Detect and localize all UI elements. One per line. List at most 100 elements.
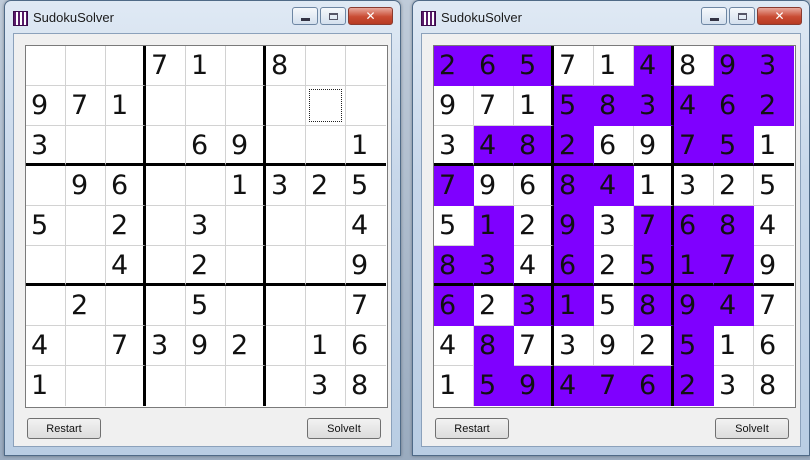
sudoku-cell[interactable]: 7 xyxy=(634,206,674,246)
sudoku-cell[interactable]: 2 xyxy=(514,206,554,246)
sudoku-cell[interactable]: 8 xyxy=(346,366,386,406)
sudoku-cell[interactable] xyxy=(306,286,346,326)
sudoku-cell[interactable]: 6 xyxy=(186,126,226,166)
sudoku-cell[interactable]: 8 xyxy=(634,286,674,326)
sudoku-cell[interactable]: 4 xyxy=(106,246,146,286)
sudoku-cell[interactable]: 4 xyxy=(594,166,634,206)
sudoku-cell[interactable]: 1 xyxy=(346,126,386,166)
sudoku-cell[interactable]: 3 xyxy=(26,126,66,166)
sudoku-cell[interactable]: 2 xyxy=(306,166,346,206)
sudoku-cell[interactable] xyxy=(146,366,186,406)
sudoku-cell[interactable]: 1 xyxy=(186,46,226,86)
sudoku-cell[interactable] xyxy=(226,206,266,246)
sudoku-cell[interactable]: 7 xyxy=(66,86,106,126)
sudoku-cell[interactable] xyxy=(146,286,186,326)
sudoku-cell[interactable] xyxy=(266,126,306,166)
sudoku-cell[interactable] xyxy=(306,86,346,126)
title-bar[interactable]: SudokuSolver ✕ xyxy=(413,1,809,33)
sudoku-cell[interactable] xyxy=(66,366,106,406)
sudoku-cell[interactable]: 9 xyxy=(554,206,594,246)
sudoku-cell[interactable]: 9 xyxy=(26,86,66,126)
sudoku-cell[interactable] xyxy=(266,326,306,366)
sudoku-cell[interactable] xyxy=(226,246,266,286)
sudoku-cell[interactable]: 1 xyxy=(106,86,146,126)
sudoku-cell[interactable]: 3 xyxy=(434,126,474,166)
sudoku-cell[interactable] xyxy=(26,166,66,206)
sudoku-cell[interactable]: 1 xyxy=(594,46,634,86)
sudoku-cell[interactable]: 1 xyxy=(674,246,714,286)
sudoku-cell[interactable]: 7 xyxy=(754,286,794,326)
sudoku-cell[interactable]: 7 xyxy=(514,326,554,366)
sudoku-cell[interactable]: 6 xyxy=(106,166,146,206)
sudoku-cell[interactable]: 3 xyxy=(514,286,554,326)
sudoku-cell[interactable]: 1 xyxy=(306,326,346,366)
sudoku-cell[interactable]: 2 xyxy=(186,246,226,286)
sudoku-cell[interactable]: 1 xyxy=(634,166,674,206)
sudoku-cell[interactable] xyxy=(226,286,266,326)
sudoku-cell[interactable] xyxy=(346,86,386,126)
sudoku-cell[interactable]: 3 xyxy=(634,86,674,126)
sudoku-cell[interactable] xyxy=(106,46,146,86)
sudoku-cell[interactable]: 5 xyxy=(514,46,554,86)
sudoku-cell[interactable]: 9 xyxy=(186,326,226,366)
close-button[interactable]: ✕ xyxy=(757,7,802,25)
sudoku-cell[interactable]: 9 xyxy=(226,126,266,166)
sudoku-cell[interactable]: 5 xyxy=(346,166,386,206)
sudoku-cell[interactable] xyxy=(346,46,386,86)
sudoku-cell[interactable]: 2 xyxy=(554,126,594,166)
solve-button[interactable]: SolveIt xyxy=(307,418,381,439)
sudoku-cell[interactable]: 5 xyxy=(554,86,594,126)
sudoku-cell[interactable]: 2 xyxy=(226,326,266,366)
sudoku-cell[interactable] xyxy=(266,206,306,246)
sudoku-cell[interactable]: 6 xyxy=(674,206,714,246)
sudoku-cell[interactable]: 2 xyxy=(634,326,674,366)
close-button[interactable]: ✕ xyxy=(348,7,393,25)
sudoku-cell[interactable] xyxy=(306,206,346,246)
sudoku-cell[interactable] xyxy=(106,286,146,326)
sudoku-cell[interactable]: 5 xyxy=(674,326,714,366)
sudoku-cell[interactable]: 9 xyxy=(514,366,554,406)
sudoku-cell[interactable]: 7 xyxy=(674,126,714,166)
sudoku-cell[interactable]: 6 xyxy=(714,86,754,126)
sudoku-cell[interactable] xyxy=(306,246,346,286)
restart-button[interactable]: Restart xyxy=(435,418,509,439)
sudoku-cell[interactable]: 9 xyxy=(754,246,794,286)
sudoku-cell[interactable]: 1 xyxy=(554,286,594,326)
sudoku-cell[interactable] xyxy=(26,246,66,286)
sudoku-cell[interactable]: 2 xyxy=(674,366,714,406)
sudoku-cell[interactable]: 3 xyxy=(186,206,226,246)
sudoku-cell[interactable]: 8 xyxy=(474,326,514,366)
sudoku-cell[interactable] xyxy=(66,126,106,166)
sudoku-cell[interactable]: 6 xyxy=(434,286,474,326)
sudoku-cell[interactable]: 5 xyxy=(26,206,66,246)
sudoku-cell[interactable]: 2 xyxy=(474,286,514,326)
sudoku-cell[interactable] xyxy=(306,126,346,166)
sudoku-cell[interactable] xyxy=(146,206,186,246)
sudoku-cell[interactable] xyxy=(66,46,106,86)
sudoku-cell[interactable]: 7 xyxy=(594,366,634,406)
sudoku-cell[interactable]: 4 xyxy=(474,126,514,166)
sudoku-cell[interactable]: 4 xyxy=(434,326,474,366)
sudoku-cell[interactable]: 4 xyxy=(674,86,714,126)
sudoku-cell[interactable]: 2 xyxy=(714,166,754,206)
sudoku-cell[interactable]: 4 xyxy=(346,206,386,246)
sudoku-cell[interactable]: 6 xyxy=(634,366,674,406)
sudoku-cell[interactable]: 7 xyxy=(346,286,386,326)
sudoku-cell[interactable]: 2 xyxy=(66,286,106,326)
sudoku-cell[interactable] xyxy=(66,206,106,246)
sudoku-cell[interactable] xyxy=(266,286,306,326)
solve-button[interactable]: SolveIt xyxy=(715,418,789,439)
sudoku-cell[interactable]: 6 xyxy=(346,326,386,366)
sudoku-cell[interactable] xyxy=(66,326,106,366)
sudoku-cell[interactable]: 1 xyxy=(434,366,474,406)
sudoku-cell[interactable]: 5 xyxy=(474,366,514,406)
sudoku-cell[interactable]: 1 xyxy=(26,366,66,406)
sudoku-cell[interactable]: 7 xyxy=(554,46,594,86)
sudoku-cell[interactable]: 9 xyxy=(674,286,714,326)
sudoku-cell[interactable] xyxy=(186,86,226,126)
sudoku-cell[interactable]: 8 xyxy=(434,246,474,286)
sudoku-cell[interactable] xyxy=(146,246,186,286)
sudoku-cell[interactable]: 9 xyxy=(714,46,754,86)
sudoku-cell[interactable]: 6 xyxy=(474,46,514,86)
sudoku-cell[interactable]: 3 xyxy=(714,366,754,406)
